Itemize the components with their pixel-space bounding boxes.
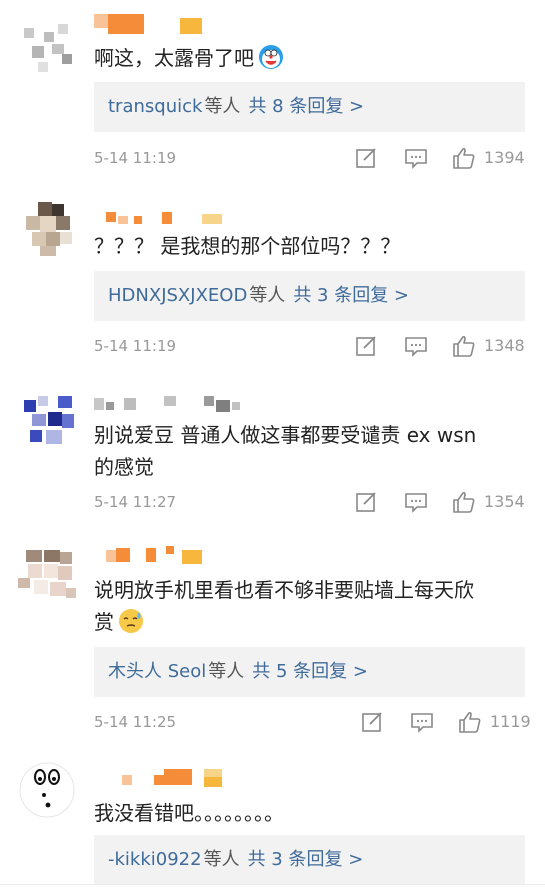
reply-icon[interactable]: [410, 710, 434, 734]
thumbs-up-icon[interactable]: [452, 334, 476, 358]
username-redacted[interactable]: [94, 769, 224, 789]
thumbs-up-icon[interactable]: [458, 710, 482, 734]
reply-icon[interactable]: [404, 334, 428, 358]
reply-user[interactable]: HDNXJSXJXEOD: [108, 285, 247, 306]
edit-icon[interactable]: [354, 146, 378, 170]
comment-item: 我没看错吧。。。。。。。。 -kikki0922 等人共 3 条回复 >: [0, 745, 545, 887]
reply-join: 等人: [204, 96, 241, 117]
username-redacted[interactable]: [94, 14, 214, 34]
comment-item: 别说爱豆 普通人做这事都要受谴责 ex wsn 的感觉 5-14 11:27 1…: [0, 370, 545, 530]
comment-text: 说明放手机里看也看不够非要贴墙上每天欣 赏: [94, 574, 534, 638]
reply-user[interactable]: -kikki0922: [108, 849, 202, 870]
timestamp: 5-14 11:19: [94, 337, 177, 355]
comment-text: 啊这，太露骨了吧: [94, 42, 534, 74]
comment-meta: 5-14 11:25 1119: [94, 709, 531, 735]
comment-text-line: 赏: [94, 610, 114, 634]
username-redacted[interactable]: [94, 208, 224, 228]
doraemon-emoji: [259, 45, 283, 69]
comment-item: 啊这，太露骨了吧 transquick 等人共 8 条回复 > 5-14 11:1…: [0, 0, 545, 180]
reply-count[interactable]: 共 8 条回复 >: [248, 96, 364, 117]
like-count: 1354: [484, 492, 525, 511]
comment-text-line: 说明放手机里看也看不够非要贴墙上每天欣: [94, 578, 474, 602]
comment-text: 别说爱豆 普通人做这事都要受谴责 ex wsn 的感觉: [94, 419, 534, 483]
timestamp: 5-14 11:27: [94, 493, 177, 511]
sweat-emoji: [119, 609, 143, 633]
like-count: 1394: [484, 148, 525, 167]
avatar[interactable]: [18, 392, 76, 450]
comment-text-line: 的感觉: [94, 455, 154, 479]
edit-icon[interactable]: [354, 490, 378, 514]
reply-summary[interactable]: 木头人 Seol 等人共 5 条回复 >: [94, 647, 525, 697]
like-count: 1348: [484, 336, 525, 355]
avatar[interactable]: [18, 198, 76, 256]
comment-text: 我没看错吧。。。。。。。。: [94, 801, 284, 825]
reply-join: 等人: [249, 285, 286, 306]
reply-icon[interactable]: [404, 146, 428, 170]
thumbs-up-icon[interactable]: [452, 146, 476, 170]
reply-count[interactable]: 共 5 条回复 >: [252, 661, 368, 682]
timestamp: 5-14 11:25: [94, 713, 177, 731]
edit-icon[interactable]: [354, 334, 378, 358]
thumbs-up-icon[interactable]: [452, 490, 476, 514]
comment-text: ？？？ 是我想的那个部位吗？？？: [94, 234, 401, 258]
reply-icon[interactable]: [404, 490, 428, 514]
bottom-divider: [0, 884, 545, 885]
comment-item: 说明放手机里看也看不够非要贴墙上每天欣 赏 木头人 Seol 等人共 5 条回复 …: [0, 530, 545, 745]
timestamp: 5-14 11:19: [94, 149, 177, 167]
edit-icon[interactable]: [360, 710, 384, 734]
reply-count[interactable]: 共 3 条回复 >: [248, 849, 364, 870]
avatar[interactable]: [18, 761, 76, 819]
reply-join: 等人: [203, 849, 240, 870]
comment-meta: 5-14 11:19 1394: [94, 145, 525, 171]
reply-join: 等人: [208, 661, 245, 682]
reply-summary[interactable]: HDNXJSXJXEOD 等人共 3 条回复 >: [94, 271, 525, 321]
avatar[interactable]: [18, 546, 76, 604]
comment-text-line: 别说爱豆 普通人做这事都要受谴责 ex wsn: [94, 423, 477, 447]
reply-summary[interactable]: -kikki0922 等人共 3 条回复 >: [94, 835, 525, 885]
reply-summary[interactable]: transquick 等人共 8 条回复 >: [94, 82, 525, 132]
reply-user[interactable]: transquick: [108, 96, 202, 117]
like-count: 1119: [490, 712, 531, 731]
reply-count[interactable]: 共 3 条回复 >: [293, 285, 409, 306]
comment-meta: 5-14 11:27 1354: [94, 489, 525, 515]
username-redacted[interactable]: [94, 546, 214, 566]
avatar[interactable]: [18, 18, 76, 76]
comment-meta: 5-14 11:19 1348: [94, 333, 525, 359]
reply-user[interactable]: 木头人 Seol: [108, 661, 206, 682]
comment-item: ？？？ 是我想的那个部位吗？？？ HDNXJSXJXEOD 等人共 3 条回复 >…: [0, 180, 545, 370]
username-redacted[interactable]: [94, 394, 244, 414]
